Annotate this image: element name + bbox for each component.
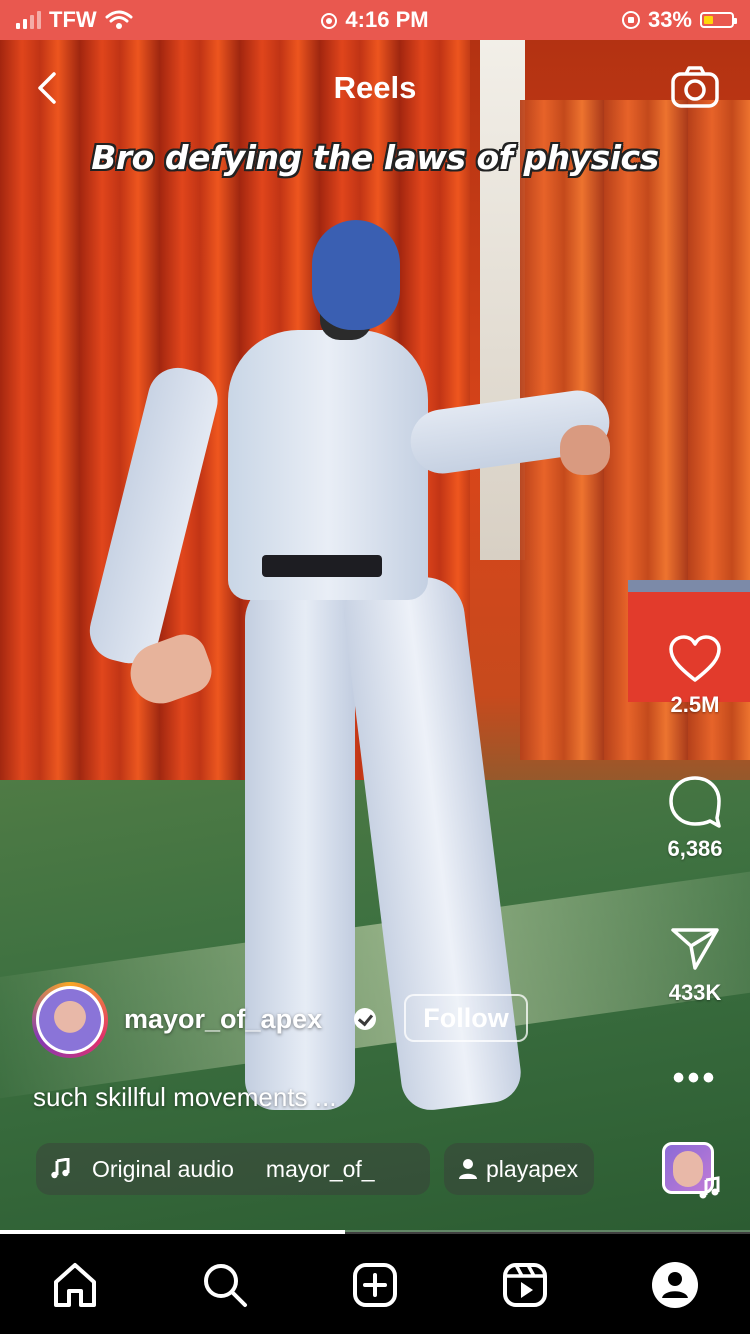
person-icon [459,1159,477,1179]
author-row: mayor_of_apex Follow [32,982,552,1058]
original-audio-pill[interactable]: Original audio mayor_of_ [36,1143,430,1195]
send-icon[interactable] [669,924,721,972]
status-bar: TFW 4:16 PM 33% [0,0,750,40]
audio-row: Original audio mayor_of_ playapex [36,1143,594,1195]
video-caption-overlay: Bro defying the laws of physics [91,138,659,177]
reels-icon[interactable] [500,1260,550,1310]
profile-icon[interactable] [650,1260,700,1310]
action-column: 2.5M 6,386 433K ••• [640,0,750,1334]
alarm-icon [321,13,338,29]
music-note-icon [51,1158,70,1179]
comment-action[interactable]: 6,386 [640,774,750,862]
like-action[interactable]: 2.5M [640,634,750,718]
author-username[interactable]: mayor_of_apex [124,1004,322,1035]
create-icon[interactable] [350,1260,400,1310]
home-icon[interactable] [50,1260,100,1310]
like-count: 2.5M [670,692,720,717]
battery-icon [700,12,737,28]
follow-button[interactable]: Follow [404,994,528,1042]
battery-percent: 33% [647,7,692,32]
audio-artist: mayor_of_ [265,1155,375,1182]
tagged-user-pill[interactable]: playapex [444,1143,594,1195]
reels-header: Reels [0,40,750,140]
reel-description[interactable]: such skillful movements ... [33,1082,336,1113]
share-count: 433K [668,980,722,1005]
comment-count: 6,386 [667,836,723,861]
verified-badge-icon [354,1008,376,1030]
avatar[interactable] [32,982,108,1058]
comment-icon[interactable] [667,774,723,828]
clock-time: 4:16 PM [345,7,429,32]
rotation-lock-icon [621,11,640,29]
audio-label: Original audio [92,1155,234,1182]
search-icon[interactable] [200,1260,250,1310]
heart-icon[interactable] [667,634,723,684]
reels-screen: TFW 4:16 PM 33% Reels Bro defying the la… [0,0,750,1334]
page-title: Reels [333,70,417,105]
share-action[interactable]: 433K [640,924,750,1006]
tagged-username: playapex [486,1155,579,1182]
music-note-icon [699,1176,720,1199]
more-icon[interactable]: ••• [640,1061,750,1095]
bottom-tab-bar [0,1234,750,1334]
